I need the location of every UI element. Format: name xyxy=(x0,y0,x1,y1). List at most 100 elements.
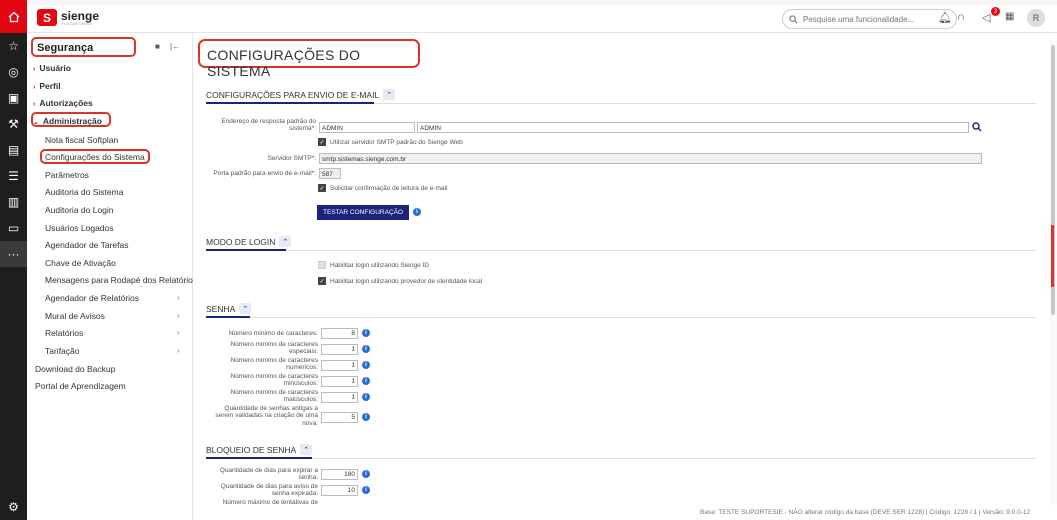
section-lock-title: BLOQUEIO DE SENHA xyxy=(206,444,297,455)
test-configuration-button[interactable]: TESTAR CONFIGURAÇÃO xyxy=(317,205,409,220)
sidebar-item-relatorios[interactable]: Relatórios xyxy=(45,328,83,338)
section-underline xyxy=(206,102,374,104)
password-history-label: Quantidade de senhas antigas a serem vali… xyxy=(215,405,318,427)
sidebar-item-agendador-tarefas[interactable]: Agendador de Tarefas xyxy=(45,240,129,250)
bell-icon[interactable]: 🔔︎ xyxy=(938,11,952,24)
sidebar-group-usuario[interactable]: › Usuário xyxy=(33,63,71,73)
sidebar-item-nota-fiscal[interactable]: Nota fiscal Softplan xyxy=(45,135,118,145)
reply-address-field-2[interactable]: ADMIN xyxy=(417,122,969,133)
monitor-icon[interactable]: ▭ xyxy=(0,215,27,241)
chevron-right-icon: › xyxy=(177,346,180,355)
search-input[interactable] xyxy=(803,14,943,24)
local-identity-checkbox[interactable]: ✓ Habilitar login utilizando provedor de… xyxy=(318,277,482,285)
password-uppercase-field[interactable]: 1 xyxy=(321,392,358,403)
collapse-email-icon[interactable]: ⌃ xyxy=(383,89,396,100)
tools-icon[interactable]: ⚒ xyxy=(0,111,27,137)
section-underline xyxy=(206,316,250,318)
password-min-label: Número mínimo de caracteres: xyxy=(228,330,318,337)
collapse-lock-icon[interactable]: ⌃ xyxy=(300,444,313,455)
password-special-label: Número mínimo de caracteres especiais: xyxy=(230,341,318,356)
list-icon[interactable]: ☰ xyxy=(0,163,27,189)
sidebar-item-chave-ativacao[interactable]: Chave de Ativação xyxy=(45,258,116,268)
password-min-field[interactable]: 8 xyxy=(321,328,358,339)
star-icon[interactable]: ☆ xyxy=(0,33,27,59)
app-logo[interactable]: S sienge PLATAFORMA xyxy=(37,9,99,26)
password-lowercase-field[interactable]: 1 xyxy=(321,376,358,387)
info-icon[interactable]: i xyxy=(362,377,370,385)
app-rail: ☆ ◎ ▣ ⚒ ▤ ☰ ▥ ▭ ··· ⚙ xyxy=(0,0,27,520)
settings-icon[interactable]: ⚙ xyxy=(0,500,27,514)
sidebar-item-usuarios-logados[interactable]: Usuários Logados xyxy=(45,223,114,233)
sidebar-item-download-backup[interactable]: Download do Backup xyxy=(35,364,115,374)
megaphone-icon[interactable]: ◁ xyxy=(982,11,990,24)
document-icon[interactable]: ▤ xyxy=(0,137,27,163)
info-icon[interactable]: i xyxy=(362,470,370,478)
sidebar-item-mural-avisos[interactable]: Mural de Avisos xyxy=(45,311,105,321)
section-email: CONFIGURAÇÕES PARA ENVIO DE E-MAIL ⌃ xyxy=(206,89,396,100)
warn-days-label: Quantidade de dias para aviso de senha ex… xyxy=(220,483,318,498)
sidebar-item-parametros[interactable]: Parâmetros xyxy=(45,170,89,180)
info-icon[interactable]: i xyxy=(362,361,370,369)
box-icon[interactable]: ▣ xyxy=(0,85,27,111)
section-login: MODO DE LOGIN ⌃ xyxy=(206,236,292,247)
headset-icon[interactable]: ∩ xyxy=(957,11,965,23)
expire-days-field[interactable]: 180 xyxy=(321,469,358,480)
notification-badge: 3 xyxy=(991,7,1000,16)
sidebar-item-mensagens-rodape[interactable]: Mensagens para Rodapé dos Relatórios xyxy=(45,275,197,285)
info-icon[interactable]: i xyxy=(362,413,370,421)
avatar[interactable]: R xyxy=(1027,9,1045,27)
info-icon[interactable]: i xyxy=(362,486,370,494)
search-box[interactable] xyxy=(782,9,957,29)
apps-grid-icon[interactable]: ▦ xyxy=(1005,11,1014,22)
collapse-password-icon[interactable]: ⌃ xyxy=(239,303,252,314)
section-underline xyxy=(206,249,286,251)
status-footer: Base: TESTE SUPORTESIE - NÃO alterar cód… xyxy=(700,509,1031,516)
divider xyxy=(206,250,1036,251)
read-confirmation-checkbox[interactable]: ✓ Solicitar confirmação de leitura de e-… xyxy=(318,184,447,192)
info-icon[interactable]: i xyxy=(362,393,370,401)
search-icon[interactable] xyxy=(972,122,982,132)
max-attempts-label: Número máximo de tentativas de xyxy=(222,499,318,506)
reply-address-field-1[interactable]: ADMIN xyxy=(319,122,415,133)
sidebar-item-auditoria-login[interactable]: Auditoria do Login xyxy=(45,205,114,215)
sidebar-item-tarifacao[interactable]: Tarifação xyxy=(45,346,80,356)
collapse-login-icon[interactable]: ⌃ xyxy=(279,236,292,247)
section-password: SENHA ⌃ xyxy=(206,303,252,314)
sidebar-item-configuracoes[interactable]: Configurações do Sistema xyxy=(45,152,145,162)
compass-icon[interactable]: ◎ xyxy=(0,59,27,85)
sidebar-group-autorizacoes[interactable]: › Autorizações xyxy=(33,98,93,108)
sidebar-item-auditoria-sistema[interactable]: Auditoria do Sistema xyxy=(45,187,123,197)
password-uppercase-label: Número mínimo de caracteres maiúsculos: xyxy=(230,389,318,404)
sidebar-item-portal-aprendizagem[interactable]: Portal de Aprendizagem xyxy=(35,381,126,391)
caret-right-icon: › xyxy=(33,101,36,108)
sidebar-group-administracao[interactable]: ⌄ Administração xyxy=(33,116,102,126)
collapse-sidebar-icon[interactable]: |← xyxy=(170,42,180,51)
info-icon[interactable]: i xyxy=(362,329,370,337)
home-icon[interactable] xyxy=(0,0,27,33)
caret-right-icon: › xyxy=(33,84,36,91)
building-icon[interactable]: ▥ xyxy=(0,189,27,215)
chevron-right-icon: › xyxy=(177,293,180,302)
local-identity-label: Habilitar login utilizando provedor de i… xyxy=(330,277,483,285)
warn-days-field[interactable]: 10 xyxy=(321,485,358,496)
smtp-server-field: smtp.sistemas.sienge.com.br xyxy=(319,153,982,164)
password-special-field[interactable]: 1 xyxy=(321,344,358,355)
sidebar-group-perfil[interactable]: › Perfil xyxy=(33,81,61,91)
sidebar-item-agendador-relatorios[interactable]: Agendador de Relatórios xyxy=(45,293,139,303)
logo-name: sienge xyxy=(61,8,100,23)
password-history-field[interactable]: 5 xyxy=(321,412,358,423)
sienge-id-label: Habilitar login utilizando Sienge ID xyxy=(330,261,430,269)
password-numeric-field[interactable]: 1 xyxy=(321,360,358,371)
check-icon: ✓ xyxy=(318,184,326,192)
reply-address-label: Endereço de resposta padrão do sistema*: xyxy=(221,118,316,133)
more-icon[interactable]: ··· xyxy=(0,241,27,267)
smtp-server-label: Servidor SMTP*: xyxy=(267,155,316,162)
read-confirmation-label: Solicitar confirmação de leitura de e-ma… xyxy=(330,184,448,192)
use-smtp-checkbox[interactable]: ✓ Utilizar servidor SMTP padrão do Sieng… xyxy=(318,138,463,146)
pin-icon[interactable]: ■ xyxy=(155,42,160,51)
info-icon[interactable]: i xyxy=(413,208,421,216)
use-smtp-label: Utilizar servidor SMTP padrão do Sienge … xyxy=(330,138,463,146)
browser-strip xyxy=(27,0,1057,6)
info-icon[interactable]: i xyxy=(362,345,370,353)
divider xyxy=(206,317,1036,318)
